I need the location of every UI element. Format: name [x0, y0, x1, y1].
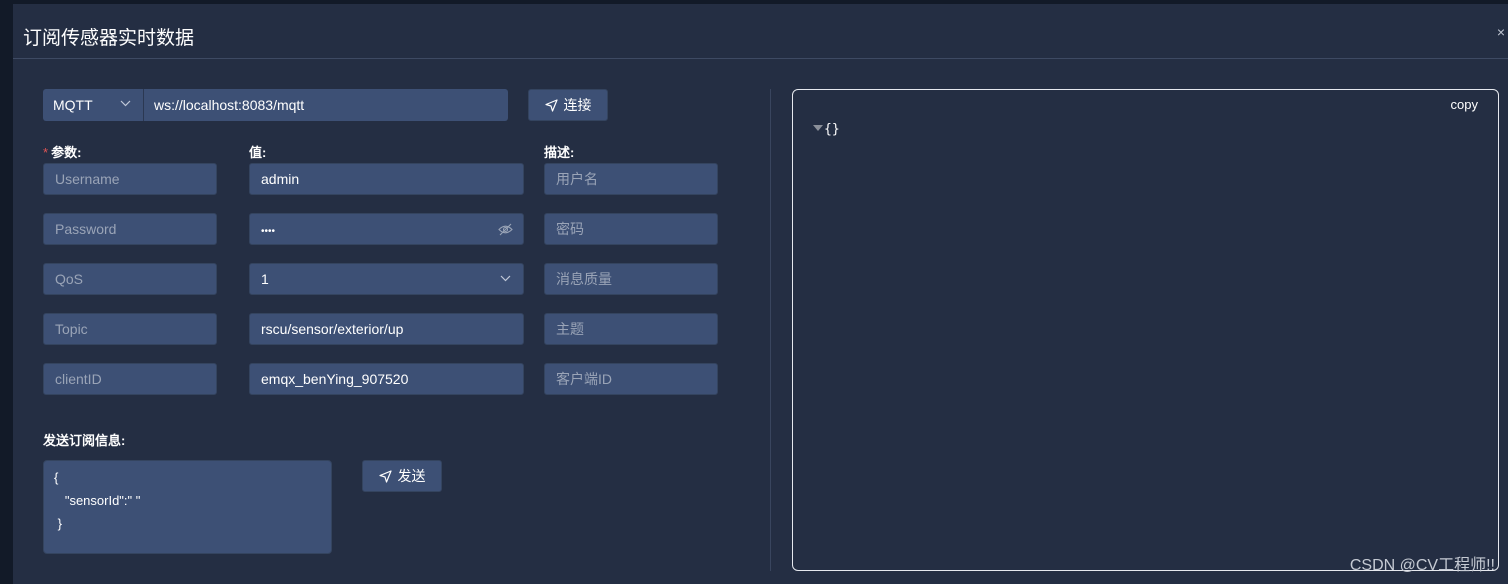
json-content: {} — [824, 122, 840, 137]
param-topic-input[interactable]: Topic — [43, 313, 217, 345]
required-asterisk: * — [43, 145, 49, 160]
desc-password-input[interactable]: 密码 — [544, 213, 718, 245]
value-password-input[interactable]: •••• — [249, 213, 524, 245]
desc-column-label: 描述: — [544, 145, 575, 160]
value-username-input[interactable]: admin — [249, 163, 524, 195]
send-label: 发送 — [397, 468, 426, 484]
param-username-input[interactable]: Username — [43, 163, 217, 195]
json-viewer: copy {} — [792, 89, 1499, 571]
desc-username-input[interactable]: 用户名 — [544, 163, 718, 195]
connect-button[interactable]: 连接 — [528, 89, 608, 121]
param-column-label: * 参数: — [43, 142, 81, 161]
protocol-value: MQTT — [53, 97, 93, 113]
desc-topic-input[interactable]: 主题 — [544, 313, 718, 345]
close-icon[interactable]: × — [1497, 24, 1505, 40]
subscribe-message-label: 发送订阅信息: — [43, 433, 126, 448]
param-password-input[interactable]: Password — [43, 213, 217, 245]
dialog: 订阅传感器实时数据 × MQTT ws://localhost:8083/mqt… — [13, 4, 1508, 584]
chevron-down-icon — [500, 275, 511, 282]
desc-clientid-input[interactable]: 客户端ID — [544, 363, 718, 395]
broker-url-input[interactable]: ws://localhost:8083/mqtt — [144, 89, 508, 121]
param-qos-input[interactable]: QoS — [43, 263, 217, 295]
connect-label: 连接 — [563, 97, 592, 113]
send-button[interactable]: 发送 — [362, 460, 442, 492]
value-qos-select[interactable]: 1 — [249, 263, 524, 295]
chevron-down-icon — [120, 100, 131, 107]
watermark: CSDN @CV工程师!! — [1349, 557, 1495, 574]
json-tree: {} — [813, 122, 840, 137]
send-arrow-icon — [378, 470, 392, 483]
value-column-label: 值: — [249, 145, 267, 160]
vertical-divider — [770, 89, 771, 571]
value-topic-input[interactable]: rscu/sensor/exterior/up — [249, 313, 524, 345]
protocol-select[interactable]: MQTT — [43, 89, 144, 121]
subscribe-message-textarea[interactable]: { "sensorId":" " } — [43, 460, 332, 554]
param-label-text: 参数: — [51, 145, 82, 160]
collapse-triangle-icon[interactable] — [813, 125, 823, 131]
dialog-title: 订阅传感器实时数据 — [23, 28, 195, 49]
dialog-header: 订阅传感器实时数据 × — [13, 4, 1508, 59]
send-arrow-icon — [544, 99, 558, 112]
eye-hidden-icon[interactable] — [498, 223, 513, 236]
copy-button[interactable]: copy — [1451, 97, 1478, 112]
qos-value: 1 — [261, 271, 269, 287]
value-clientid-input[interactable]: emqx_benYing_907520 — [249, 363, 524, 395]
param-clientid-input[interactable]: clientID — [43, 363, 217, 395]
desc-qos-input[interactable]: 消息质量 — [544, 263, 718, 295]
password-value: •••• — [261, 226, 276, 237]
